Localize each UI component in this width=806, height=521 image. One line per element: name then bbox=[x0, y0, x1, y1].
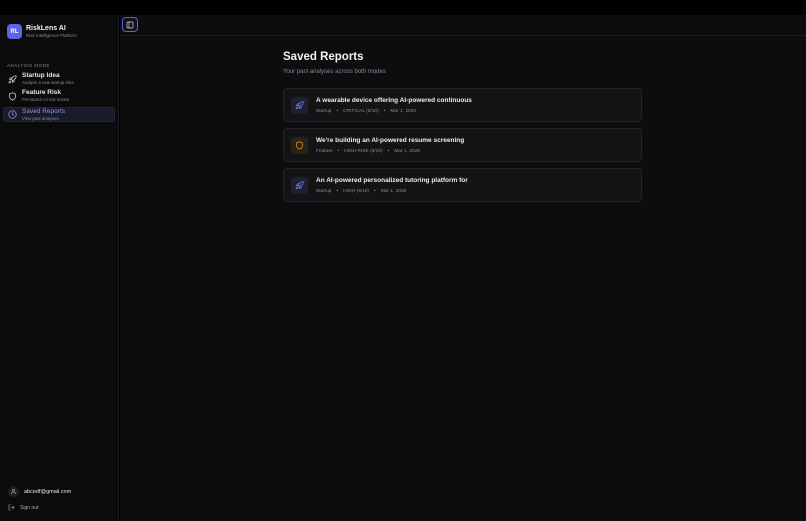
sidebar-item-subtitle: Analyze a new startup idea bbox=[22, 80, 74, 85]
logout-icon bbox=[8, 504, 15, 511]
sidebar-item-title: Feature Risk bbox=[22, 89, 62, 96]
report-meta: Startup • HIGH (6/10) • Mar 1, 2026 bbox=[316, 189, 407, 194]
sign-out-button[interactable]: Sign out bbox=[8, 504, 38, 511]
report-date: Mar 1, 2026 bbox=[380, 189, 407, 194]
report-card[interactable]: We're building an AI-powered resume scre… bbox=[283, 128, 642, 162]
report-risk: CRITICAL (8/10) bbox=[343, 109, 379, 114]
sidebar-item-feature-risk[interactable]: Feature Risk Pre-launch AI risk review bbox=[3, 89, 115, 104]
report-risk: HIGH (6/10) bbox=[343, 189, 370, 194]
user-icon bbox=[10, 488, 17, 495]
shield-icon bbox=[296, 141, 303, 150]
sidebar-item-subtitle: Pre-launch AI risk review bbox=[22, 97, 70, 102]
avatar bbox=[8, 486, 19, 497]
brand: RL RiskLens AI Risk Intelligence Platfor… bbox=[7, 24, 77, 39]
brand-logo: RL bbox=[7, 24, 22, 39]
report-card[interactable]: An AI-powered personalized tutoring plat… bbox=[283, 168, 642, 202]
sidebar-item-title: Saved Reports bbox=[22, 108, 65, 115]
brand-name: RiskLens AI bbox=[26, 25, 66, 32]
analysis-mode-label: ANALYSIS MODE bbox=[7, 63, 50, 68]
rocket-icon bbox=[8, 75, 17, 84]
report-meta: Feature • HIGH RISK (8/10) • Mar 1, 2026 bbox=[316, 149, 420, 154]
sidebar-toggle-button[interactable] bbox=[122, 17, 138, 32]
sidebar-item-startup-idea[interactable]: Startup Idea Analyze a new startup idea bbox=[3, 72, 115, 87]
panel-left-icon bbox=[126, 21, 134, 28]
main-header bbox=[120, 15, 806, 36]
report-type: Feature bbox=[316, 149, 333, 154]
report-title: A wearable device offering AI-powered co… bbox=[316, 97, 472, 104]
report-date: Mar 1, 2026 bbox=[394, 149, 420, 154]
sign-out-label: Sign out bbox=[20, 504, 39, 511]
report-type-badge bbox=[291, 97, 308, 114]
user-email: abcedf@gmail.com bbox=[24, 488, 72, 495]
rocket-icon bbox=[295, 181, 304, 190]
brand-subtitle: Risk Intelligence Platform bbox=[26, 33, 77, 38]
main-content: Saved Reports Your past analyses across … bbox=[120, 15, 806, 521]
report-type: Startup bbox=[316, 109, 332, 114]
report-meta: Startup • CRITICAL (8/10) • Mar 1, 2026 bbox=[316, 109, 416, 114]
sidebar-item-subtitle: View past analyses bbox=[22, 116, 59, 121]
report-type-badge bbox=[291, 177, 308, 194]
rocket-icon bbox=[295, 101, 304, 110]
report-title: We're building an AI-powered resume scre… bbox=[316, 137, 465, 144]
report-card[interactable]: A wearable device offering AI-powered co… bbox=[283, 88, 642, 122]
sidebar-item-title: Startup Idea bbox=[22, 72, 60, 79]
report-type: Startup bbox=[316, 189, 332, 194]
report-title: An AI-powered personalized tutoring plat… bbox=[316, 177, 468, 184]
sidebar: RL RiskLens AI Risk Intelligence Platfor… bbox=[0, 15, 119, 521]
clock-icon bbox=[8, 110, 17, 119]
sidebar-item-saved-reports[interactable]: Saved Reports View past analyses bbox=[3, 107, 115, 122]
user-account[interactable]: abcedf@gmail.com bbox=[8, 486, 71, 497]
page-subtitle: Your past analyses across both modes bbox=[283, 69, 386, 75]
shield-icon bbox=[9, 92, 16, 101]
report-date: Mar 1, 2026 bbox=[390, 109, 416, 114]
report-risk: HIGH RISK (8/10) bbox=[344, 149, 383, 154]
page-title: Saved Reports bbox=[283, 51, 364, 63]
report-type-badge bbox=[291, 137, 308, 154]
top-bar bbox=[0, 0, 806, 15]
